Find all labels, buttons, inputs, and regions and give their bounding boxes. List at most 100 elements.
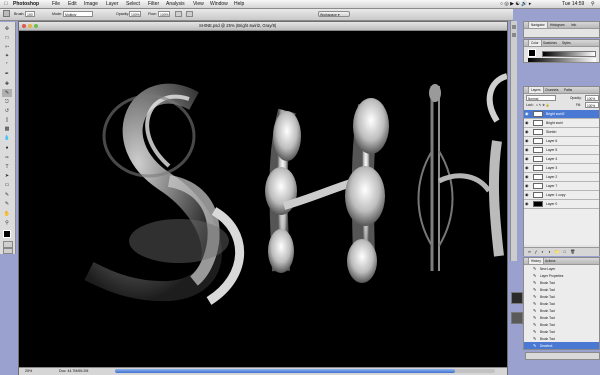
scrollbar-thumb[interactable]: [115, 369, 455, 373]
brush-picker[interactable]: 100: [25, 11, 35, 17]
layer-row[interactable]: ◉ Layer 1 copy: [524, 191, 599, 200]
layer-row[interactable]: ◉ Layer 4: [524, 155, 599, 164]
path-selection-tool-icon[interactable]: ➤: [2, 172, 12, 180]
zoom-tool-icon[interactable]: ⚲: [2, 219, 12, 227]
hand-tool-icon[interactable]: ✋: [2, 210, 12, 218]
folder-icon[interactable]: 📁: [554, 249, 559, 254]
desktop-icon[interactable]: [511, 292, 523, 304]
menu-clock[interactable]: Tue 14:59: [562, 1, 584, 7]
tab-layers[interactable]: Layers: [528, 87, 544, 93]
magic-wand-tool-icon[interactable]: ✦: [2, 52, 12, 60]
crop-tool-icon[interactable]: ⌜: [2, 61, 12, 69]
workspace-button[interactable]: Workspace ▾: [318, 11, 350, 17]
lock-icons[interactable]: □ ✎ ✜ 🔒: [536, 102, 550, 108]
zoom-level[interactable]: 25%: [25, 369, 32, 374]
eye-icon[interactable]: ◉: [525, 112, 530, 116]
move-tool-icon[interactable]: ✜: [2, 25, 12, 33]
new-layer-icon[interactable]: □: [564, 249, 566, 254]
tab-color[interactable]: Color: [528, 40, 542, 46]
link-icon[interactable]: ∞: [528, 249, 531, 254]
menu-filter[interactable]: Filter: [148, 1, 159, 7]
layer-row[interactable]: ◉ Layer 7: [524, 182, 599, 191]
menu-edit[interactable]: Edit: [68, 1, 77, 7]
brush-tool-icon[interactable]: ✎: [2, 89, 12, 97]
eye-icon[interactable]: ◉: [525, 157, 530, 161]
layer-row[interactable]: ◉ Layer 6: [524, 137, 599, 146]
pen-tool-icon[interactable]: ✑: [2, 154, 12, 162]
slice-tool-icon[interactable]: ✒: [2, 70, 12, 78]
marquee-tool-icon[interactable]: □: [2, 34, 12, 42]
tab-paths[interactable]: Paths: [562, 87, 574, 93]
eye-icon[interactable]: ◉: [525, 175, 530, 179]
healing-brush-tool-icon[interactable]: ✚: [2, 80, 12, 88]
fill-field[interactable]: 100%: [585, 102, 599, 108]
lasso-tool-icon[interactable]: ➳: [2, 43, 12, 51]
flow-field[interactable]: 100%: [158, 11, 170, 17]
color-ramp[interactable]: [528, 58, 596, 62]
tab-navigator[interactable]: Navigator: [528, 22, 548, 28]
menu-image[interactable]: Image: [84, 1, 98, 7]
clone-stamp-tool-icon[interactable]: ⎋: [2, 98, 12, 106]
airbrush-icon[interactable]: [175, 11, 182, 17]
dodge-tool-icon[interactable]: ●: [2, 144, 12, 152]
opacity-field[interactable]: 100%: [129, 11, 141, 17]
zoom-window-icon[interactable]: [34, 23, 38, 28]
fx-icon[interactable]: ƒ: [535, 249, 537, 254]
status-icons[interactable]: ○ ◎ ▶ ☯ 🔊 ▸: [500, 1, 531, 7]
close-window-icon[interactable]: [22, 23, 26, 28]
tab-info[interactable]: Info: [569, 22, 578, 28]
history-item[interactable]: ✎ Deselect: [524, 342, 599, 349]
adjustment-icon[interactable]: ◑: [548, 249, 550, 254]
layer-opacity-field[interactable]: 100%: [585, 95, 599, 101]
blend-mode-select[interactable]: Normal: [526, 95, 556, 101]
trash-icon[interactable]: 🗑: [570, 249, 575, 254]
eyedropper-tool-icon[interactable]: ✎: [2, 200, 12, 208]
menu-file[interactable]: File: [52, 1, 60, 7]
eye-icon[interactable]: ◉: [525, 130, 530, 134]
layer-row[interactable]: ◉ Bright swirl: [524, 119, 599, 128]
type-tool-icon[interactable]: T: [2, 163, 12, 171]
gradient-tool-icon[interactable]: ▩: [2, 125, 12, 133]
tab-swatches[interactable]: Swatches: [541, 40, 559, 46]
apple-icon[interactable]: : [4, 1, 8, 7]
mode-select[interactable]: Multiply: [63, 11, 93, 17]
tool-preset-icon[interactable]: [3, 10, 10, 17]
eye-icon[interactable]: ◉: [525, 166, 530, 170]
minimize-window-icon[interactable]: [28, 23, 32, 28]
menu-layer[interactable]: Layer: [106, 1, 119, 7]
layer-row[interactable]: ◉ Sketch: [524, 128, 599, 137]
eye-icon[interactable]: ◉: [525, 139, 530, 143]
layer-row[interactable]: ◉ Layer 2: [524, 173, 599, 182]
quick-mask-icon[interactable]: [3, 241, 13, 248]
tab-styles[interactable]: Styles: [560, 40, 573, 46]
menu-help[interactable]: Help: [234, 1, 244, 7]
shape-tool-icon[interactable]: ▭: [2, 181, 12, 189]
menu-window[interactable]: Window: [210, 1, 228, 7]
gray-slider[interactable]: [542, 51, 596, 57]
spotlight-icon[interactable]: ⚲: [591, 1, 595, 7]
layer-row[interactable]: ◉ Layer 0: [524, 200, 599, 209]
menu-analysis[interactable]: Analysis: [166, 1, 185, 7]
eye-icon[interactable]: ◉: [525, 202, 530, 206]
eye-icon[interactable]: ◉: [525, 184, 530, 188]
eye-icon[interactable]: ◉: [525, 148, 530, 152]
menu-view[interactable]: View: [193, 1, 204, 7]
tablet-pressure-icon[interactable]: [186, 11, 193, 17]
screen-mode-icon[interactable]: [3, 248, 13, 254]
tab-history[interactable]: History: [528, 258, 544, 264]
doc-size[interactable]: Doc: 44.7M/65.2M: [59, 369, 88, 374]
tab-actions[interactable]: Actions: [543, 258, 557, 264]
history-brush-tool-icon[interactable]: ↺: [2, 107, 12, 115]
foreground-color-swatch[interactable]: [3, 230, 11, 238]
eye-icon[interactable]: ◉: [525, 121, 530, 125]
eraser-tool-icon[interactable]: ▯: [2, 116, 12, 124]
blur-tool-icon[interactable]: 💧: [2, 134, 12, 142]
horizontal-scrollbar[interactable]: [115, 369, 495, 373]
menu-select[interactable]: Select: [126, 1, 140, 7]
layer-row[interactable]: ◉ Layer 3: [524, 164, 599, 173]
panel-icon[interactable]: [512, 33, 516, 37]
tab-channels[interactable]: Channels: [543, 87, 560, 93]
color-foreground-swatch[interactable]: [528, 49, 536, 57]
layer-row[interactable]: ◉ Bright swirl2: [524, 110, 599, 119]
desktop-icon[interactable]: [511, 312, 523, 324]
